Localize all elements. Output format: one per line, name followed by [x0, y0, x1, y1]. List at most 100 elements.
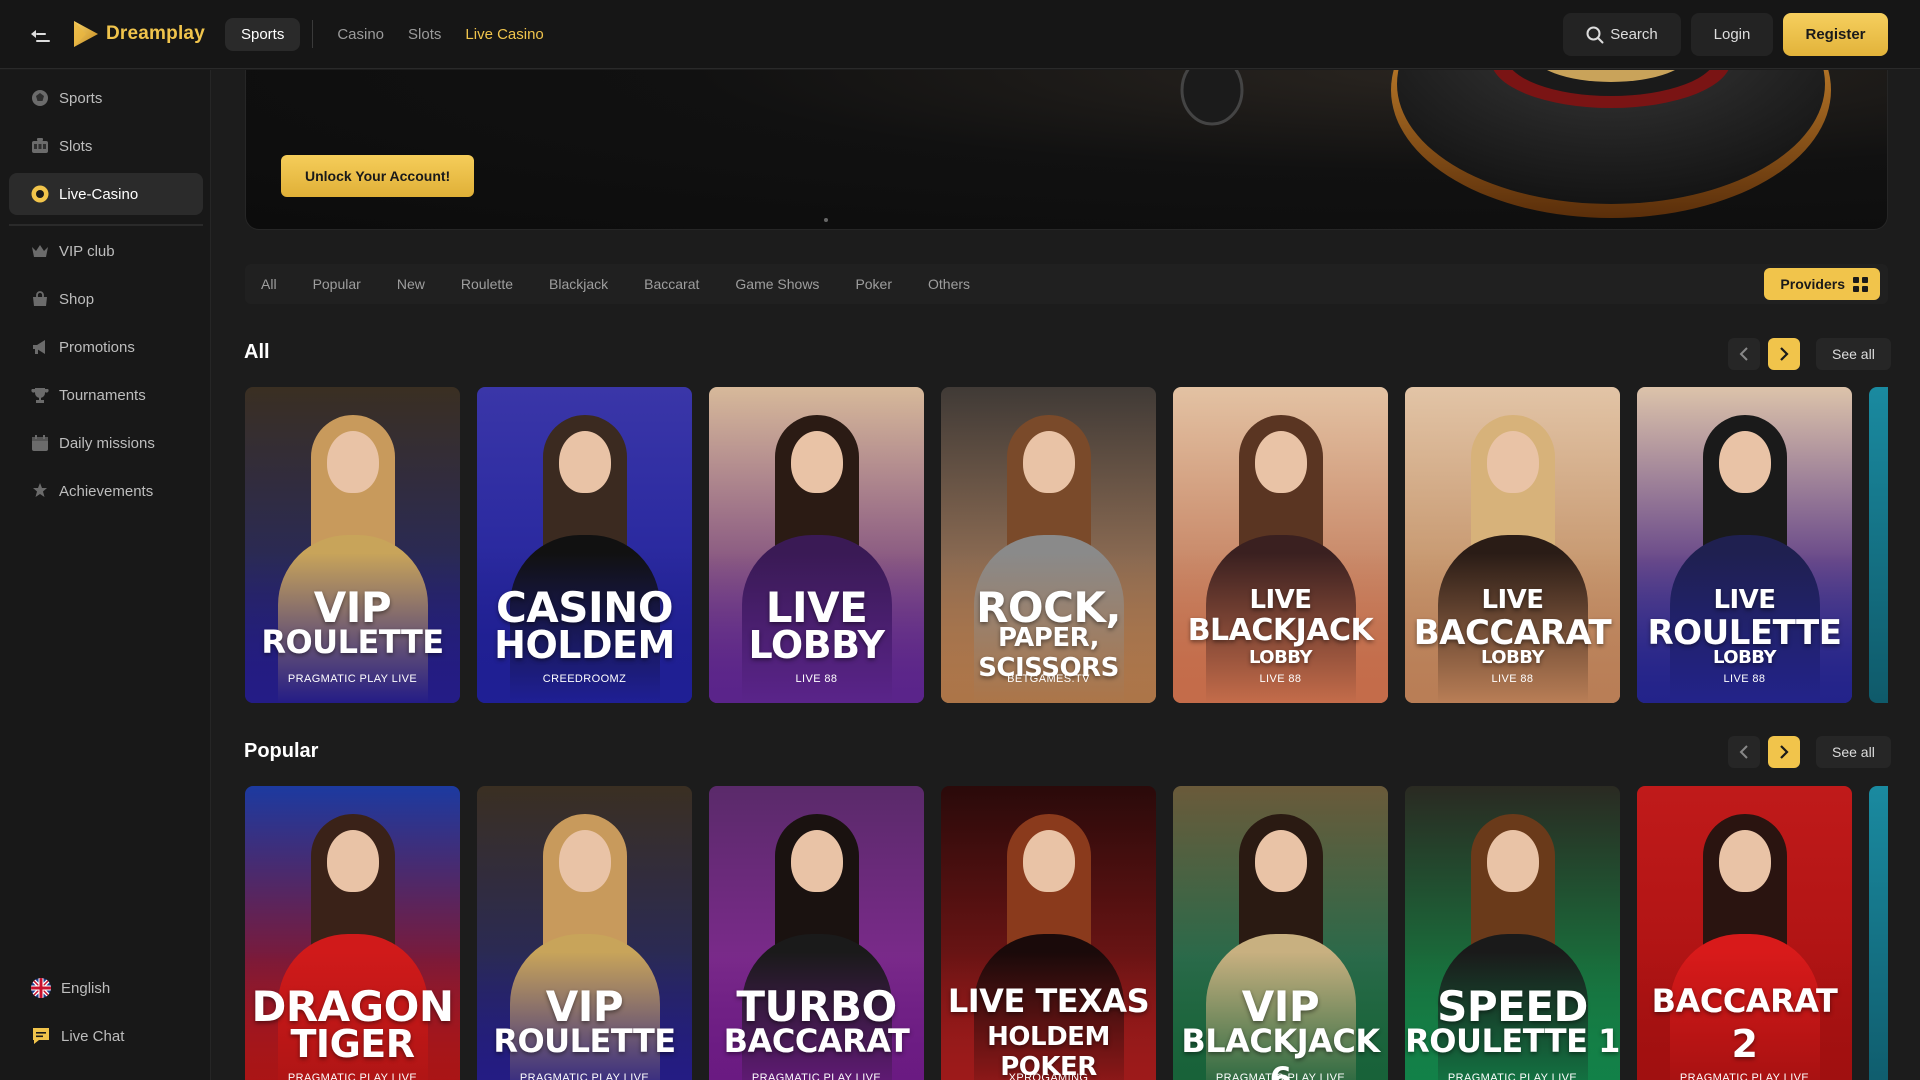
carousel-prev-button[interactable]	[1728, 338, 1760, 370]
dealer-face	[1486, 830, 1539, 892]
game-title-line1: LIVE TEXAS	[947, 982, 1150, 1020]
filter-tab-baccarat[interactable]: Baccarat	[644, 276, 699, 292]
register-button[interactable]: Register	[1783, 13, 1888, 56]
sidebar-item-promotions[interactable]: Promotions	[9, 326, 203, 368]
filter-tab-blackjack[interactable]: Blackjack	[549, 276, 608, 292]
game-card[interactable]: CASINO HOLDEM CREEDROOMZ	[477, 387, 692, 703]
live-dot-icon	[31, 185, 49, 203]
dealer-face	[558, 830, 611, 892]
sidebar-item-label: Achievements	[59, 482, 154, 500]
sidebar-item-label: Shop	[59, 290, 95, 308]
game-provider: LIVE 88	[1491, 673, 1534, 685]
filter-tab-others[interactable]: Others	[928, 276, 970, 292]
nav-slots-link[interactable]: Slots	[408, 26, 441, 43]
dealer-face	[1022, 431, 1075, 493]
search-button[interactable]: Search	[1563, 13, 1681, 56]
game-title-line3: LOBBY	[1248, 647, 1313, 668]
game-title-line1: LIVE	[1713, 585, 1776, 615]
game-card[interactable]: ROCK, PAPER, SCISSORS BETGAMES.TV	[941, 387, 1156, 703]
menu-toggle-icon[interactable]	[31, 25, 54, 43]
game-title-line2: 2	[1731, 1022, 1758, 1066]
live-chat-label: Live Chat	[61, 1027, 125, 1045]
sidebar-item-slots[interactable]: Slots	[9, 125, 203, 167]
sidebar-item-label: Tournaments	[59, 386, 146, 404]
game-card[interactable]: SPEED ROULETTE 1 PRAGMATIC PLAY LIVE	[1405, 786, 1620, 1080]
game-provider: PRAGMATIC PLAY LIVE	[751, 1072, 882, 1080]
game-card[interactable]: DRAGON TIGER PRAGMATIC PLAY LIVE	[245, 786, 460, 1080]
filter-tab-poker[interactable]: Poker	[855, 276, 892, 292]
game-provider: PRAGMATIC PLAY LIVE	[1679, 1072, 1810, 1080]
chevron-right-icon	[1780, 745, 1789, 759]
dealer-face	[1718, 830, 1771, 892]
game-card[interactable]: BACCARAT 2 PRAGMATIC PLAY LIVE	[1637, 786, 1852, 1080]
brand-name: Dreamplay	[106, 23, 205, 44]
section-all-controls: See all	[1728, 338, 1891, 370]
game-title-line2: ROULETTE	[493, 1022, 676, 1060]
game-card[interactable]: VIP ROULETTE PRAGMATIC PLAY LIVE	[477, 786, 692, 1080]
dealer-face	[326, 830, 379, 892]
nav-live-casino-link[interactable]: Live Casino	[465, 26, 543, 43]
game-title-line2: TIGER	[290, 1022, 415, 1066]
game-card[interactable]: LIVE BACCARAT LOBBY LIVE 88	[1405, 387, 1620, 703]
game-provider: PRAGMATIC PLAY LIVE	[519, 1072, 650, 1080]
chevron-right-icon	[1780, 347, 1789, 361]
carousel-prev-button[interactable]	[1728, 736, 1760, 768]
sidebar-item-vip-club[interactable]: VIP club	[9, 230, 203, 272]
sidebar-item-sports[interactable]: Sports	[9, 77, 203, 119]
slot-machine-icon	[31, 137, 49, 155]
sidebar-item-live-casino[interactable]: Live-Casino	[9, 173, 203, 215]
sidebar-item-label: Sports	[59, 89, 103, 107]
game-provider: CREEDROOMZ	[542, 673, 627, 685]
providers-button[interactable]: Providers	[1764, 268, 1880, 300]
game-title-line1: LIVE	[1481, 585, 1544, 615]
sidebar-item-shop[interactable]: Shop	[9, 278, 203, 320]
dealer-face	[1022, 830, 1075, 892]
game-provider: PRAGMATIC PLAY LIVE	[287, 673, 418, 685]
game-card[interactable]: LIVE BLACKJACK LOBBY LIVE 88	[1173, 387, 1388, 703]
game-provider: XPROGAMING	[1008, 1072, 1089, 1080]
top-bar: Dreamplay Sports Casino Slots Live Casin…	[0, 0, 1920, 69]
filter-tab-new[interactable]: New	[397, 276, 425, 292]
nav-sports-button[interactable]: Sports	[224, 17, 301, 51]
game-card[interactable]: LIVE ROULETTE LOBBY LIVE 88	[1637, 387, 1852, 703]
dealer-face	[790, 830, 843, 892]
roulette-wheel-illustration	[824, 70, 1831, 222]
see-all-button[interactable]: See all	[1816, 736, 1891, 768]
game-card-partial[interactable]	[1869, 786, 1888, 1080]
sidebar-item-tournaments[interactable]: Tournaments	[9, 374, 203, 416]
game-title-line3: LOBBY	[1480, 647, 1545, 668]
soccer-ball-icon	[31, 89, 49, 107]
sidebar-item-daily-missions[interactable]: Daily missions	[9, 422, 203, 464]
nav-divider	[312, 20, 314, 48]
filter-tab-game-shows[interactable]: Game Shows	[735, 276, 819, 292]
nav-casino-link[interactable]: Casino	[337, 26, 384, 43]
sidebar-item-label: Slots	[59, 137, 93, 155]
language-label: English	[61, 979, 111, 997]
chat-bubble-icon	[33, 1028, 49, 1044]
sidebar-item-achievements[interactable]: Achievements	[9, 470, 203, 512]
filter-tab-all[interactable]: All	[261, 276, 277, 292]
megaphone-icon	[31, 338, 49, 356]
language-selector[interactable]: English	[31, 978, 110, 998]
game-card[interactable]: LIVE TEXAS HOLDEM POKER XPROGAMING	[941, 786, 1156, 1080]
game-card[interactable]: LIVE LOBBY LIVE 88	[709, 387, 924, 703]
see-all-button[interactable]: See all	[1816, 338, 1891, 370]
filter-tab-roulette[interactable]: Roulette	[461, 276, 513, 292]
game-card[interactable]: TURBO BACCARAT PRAGMATIC PLAY LIVE	[709, 786, 924, 1080]
unlock-account-button[interactable]: Unlock Your Account!	[281, 155, 475, 197]
game-card[interactable]: VIP ROULETTE PRAGMATIC PLAY LIVE	[245, 387, 460, 703]
promo-banner: Unlock Your Account!	[245, 70, 1888, 230]
game-provider: PRAGMATIC PLAY LIVE	[1215, 1072, 1346, 1080]
game-card-partial[interactable]	[1869, 387, 1888, 703]
game-card[interactable]: VIP BLACKJACK 6 PRAGMATIC PLAY LIVE	[1173, 786, 1388, 1080]
login-button[interactable]: Login	[1691, 13, 1773, 56]
live-chat-button[interactable]: Live Chat	[31, 1026, 124, 1046]
play-logo-icon	[74, 21, 98, 47]
filter-tab-popular[interactable]: Popular	[313, 276, 361, 292]
carousel-next-button[interactable]	[1768, 736, 1800, 768]
brand-logo[interactable]: Dreamplay	[70, 19, 205, 49]
game-title-line2: LOBBY	[748, 623, 885, 667]
game-title-line1: LIVE	[1249, 585, 1312, 615]
chevron-left-icon	[1739, 347, 1748, 361]
carousel-next-button[interactable]	[1768, 338, 1800, 370]
